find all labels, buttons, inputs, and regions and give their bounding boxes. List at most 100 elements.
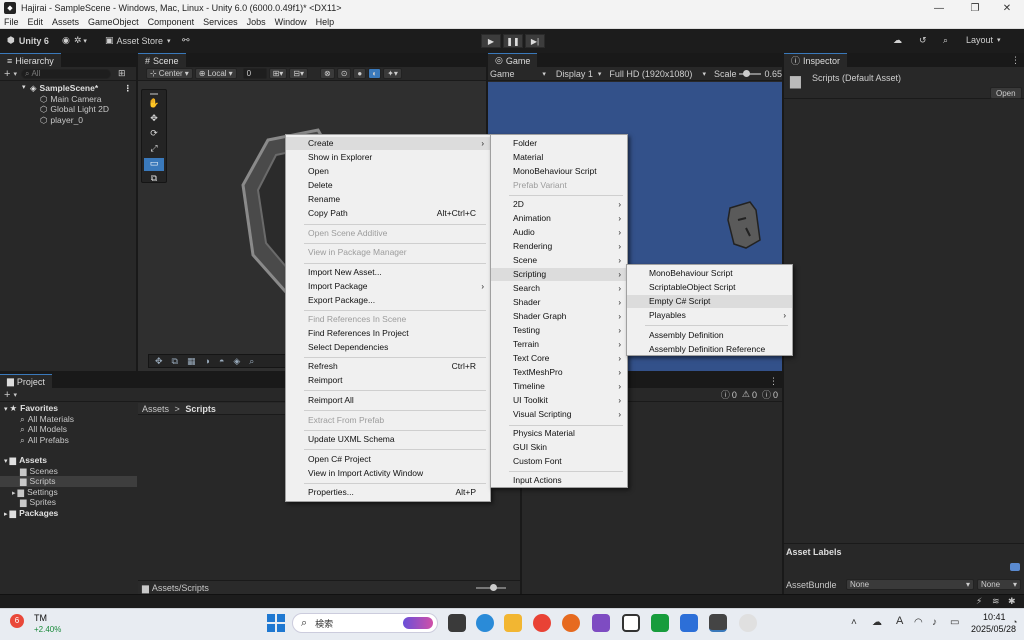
menu-item-open[interactable]: Open xyxy=(286,165,490,178)
tab-project[interactable]: ▆ Project xyxy=(0,374,52,388)
clock-date[interactable]: 2025/05/28 xyxy=(971,624,1016,634)
menu-jobs[interactable]: Jobs xyxy=(247,17,266,27)
wifi-icon[interactable]: ◠ xyxy=(914,617,923,628)
play-button[interactable]: ▶ xyxy=(481,34,501,48)
chevron-down-icon[interactable]: ▾ xyxy=(13,391,17,399)
menu-item-textmeshpro[interactable]: TextMeshPro › xyxy=(491,366,627,379)
notification-bell-icon[interactable]: ◔ xyxy=(1012,617,1017,627)
space-dropdown[interactable]: ⊕ Local ▾ xyxy=(194,68,237,79)
menu-item-ui-toolkit[interactable]: UI Toolkit › xyxy=(491,394,627,407)
menu-item-find-references-in-project[interactable]: Find References In Project xyxy=(286,327,490,340)
error-icon[interactable]: ⓘ xyxy=(721,388,730,401)
snap-value-input[interactable]: 0 xyxy=(242,68,267,79)
message-icon[interactable]: ⓘ xyxy=(762,388,771,401)
menu-item-input-actions[interactable]: Input Actions xyxy=(491,474,627,487)
list-item[interactable]: ▆ Scenes xyxy=(0,466,137,477)
search-icon[interactable]: ⌕ xyxy=(943,35,948,46)
task-view-icon[interactable] xyxy=(448,614,466,632)
debug-icon[interactable]: ✱ xyxy=(1008,596,1016,607)
rect-tool-icon[interactable]: ▭ xyxy=(144,158,164,171)
menu-assets[interactable]: Assets xyxy=(52,17,79,27)
menu-item-scriptableobject-script[interactable]: ScriptableObject Script xyxy=(627,281,792,294)
move-tool-icon[interactable]: ✥ xyxy=(144,113,164,126)
taskbar-search-input[interactable]: ⌕ 検索 xyxy=(292,613,438,633)
tab-scene[interactable]: # Scene xyxy=(138,53,186,67)
menu-item-terrain[interactable]: Terrain › xyxy=(491,338,627,351)
menu-item-physics-material[interactable]: Physics Material xyxy=(491,427,627,440)
menu-item-import-package[interactable]: Import Package › xyxy=(286,280,490,293)
list-item[interactable]: ▆ Scripts xyxy=(0,476,137,487)
scale-slider[interactable]: Scale 0.65 xyxy=(714,69,782,79)
warning-icon[interactable]: ⚠ xyxy=(742,389,750,400)
menu-item-2d[interactable]: 2D › xyxy=(491,198,627,211)
more-icon[interactable]: ⋮ xyxy=(1011,53,1020,67)
chevron-up-icon[interactable]: ˄ xyxy=(851,617,857,628)
breadcrumb-item[interactable]: Assets xyxy=(142,404,169,414)
menu-item-assembly-definition[interactable]: Assembly Definition xyxy=(627,329,792,342)
stock-widget[interactable]: 6 TM +2.40% xyxy=(6,612,76,636)
menu-item-copy-path[interactable]: Copy Path Alt+Ctrl+C xyxy=(286,207,490,220)
slider-thumb[interactable] xyxy=(743,69,751,77)
resolution-dropdown[interactable]: Full HD (1920x1080) ▾ xyxy=(609,69,706,79)
menu-item-properties[interactable]: Properties... Alt+P xyxy=(286,486,490,499)
menu-item-text-core[interactable]: Text Core › xyxy=(491,352,627,365)
menu-item-search[interactable]: Search › xyxy=(491,282,627,295)
hand-tool-icon[interactable]: ✋ xyxy=(144,98,164,111)
pause-button[interactable]: ❚❚ xyxy=(503,34,523,48)
brush-icon[interactable]: ◑ xyxy=(205,356,210,366)
shading-toggle[interactable]: ◐ xyxy=(368,68,382,79)
menu-item-rendering[interactable]: Rendering › xyxy=(491,240,627,253)
ime-indicator[interactable]: A xyxy=(896,615,903,627)
menu-item-assembly-definition-reference[interactable]: Assembly Definition Reference xyxy=(627,343,792,356)
menu-item-shader-graph[interactable]: Shader Graph › xyxy=(491,310,627,323)
open-button[interactable]: Open xyxy=(990,87,1022,99)
menu-item-timeline[interactable]: Timeline › xyxy=(491,380,627,393)
game-mode-dropdown[interactable]: Game ▾ xyxy=(490,69,550,79)
grid-snap-button[interactable]: ⊞▾ xyxy=(268,68,288,79)
unity-editor-icon[interactable] xyxy=(709,614,727,632)
list-item[interactable]: ▾ ▆ Assets xyxy=(0,455,137,466)
visual-studio-icon[interactable] xyxy=(592,614,610,632)
move-icon[interactable]: ✥ xyxy=(155,356,163,367)
snap-increment-button[interactable]: ⊟▾ xyxy=(289,68,309,79)
2d-toggle[interactable]: ⊙ xyxy=(336,68,352,79)
menu-item-update-uxml-schema[interactable]: Update UXML Schema xyxy=(286,433,490,446)
display-dropdown[interactable]: Display 1 ▾ xyxy=(556,69,602,79)
list-item[interactable]: ⌕ All Models xyxy=(0,424,137,435)
menu-item-gui-skin[interactable]: GUI Skin xyxy=(491,441,627,454)
edge-icon[interactable] xyxy=(476,614,494,632)
list-item[interactable]: ⌕ All Prefabs xyxy=(0,435,137,446)
paint-icon[interactable] xyxy=(739,614,757,632)
menu-item-export-package[interactable]: Export Package... xyxy=(286,294,490,307)
menu-item-show-in-explorer[interactable]: Show in Explorer xyxy=(286,151,490,164)
tab-hierarchy[interactable]: ≡ Hierarchy xyxy=(0,53,61,67)
close-button[interactable]: ✕ xyxy=(990,0,1024,16)
menu-item-custom-font[interactable]: Custom Font xyxy=(491,455,627,468)
tab-game[interactable]: ◎ Game xyxy=(488,53,538,67)
xbox-icon[interactable] xyxy=(651,614,669,632)
list-item[interactable]: ▸ ▆ Packages xyxy=(0,508,137,519)
list-item[interactable]: ▆ Sprites xyxy=(0,497,137,508)
menu-item-open-csharp-project[interactable]: Open C# Project xyxy=(286,453,490,466)
speaker-icon[interactable]: ♪ xyxy=(932,617,937,628)
tab-inspector[interactable]: ⓘ Inspector xyxy=(784,53,848,67)
menu-item-create[interactable]: Create › xyxy=(286,137,490,150)
tag-icon[interactable] xyxy=(1010,563,1020,571)
breadcrumb-item[interactable]: Scripts xyxy=(185,404,216,414)
cloud-icon[interactable]: ☁ xyxy=(893,35,902,46)
menu-item-rename[interactable]: Rename xyxy=(286,193,490,206)
version-control-icon[interactable]: ⚯ xyxy=(182,35,190,46)
hierarchy-search-input[interactable]: ⌕ All xyxy=(20,68,111,79)
menu-item-monobehaviour-script[interactable]: MonoBehaviour Script xyxy=(627,267,792,280)
menu-item-reimport[interactable]: Reimport xyxy=(286,374,490,387)
draw-mode-button[interactable]: ⊗ xyxy=(320,68,335,79)
minimize-button[interactable]: — xyxy=(922,0,956,16)
menu-item-material[interactable]: Material xyxy=(491,151,627,164)
chrome-icon[interactable] xyxy=(533,614,551,632)
menu-edit[interactable]: Edit xyxy=(28,17,44,27)
list-item[interactable]: ▾ ★ Favorites xyxy=(0,403,137,414)
menu-item-select-dependencies[interactable]: Select Dependencies xyxy=(286,341,490,354)
add-icon[interactable]: + xyxy=(4,68,10,80)
menu-file[interactable]: File xyxy=(4,17,19,27)
menu-item-scripting[interactable]: Scripting › xyxy=(491,268,627,281)
